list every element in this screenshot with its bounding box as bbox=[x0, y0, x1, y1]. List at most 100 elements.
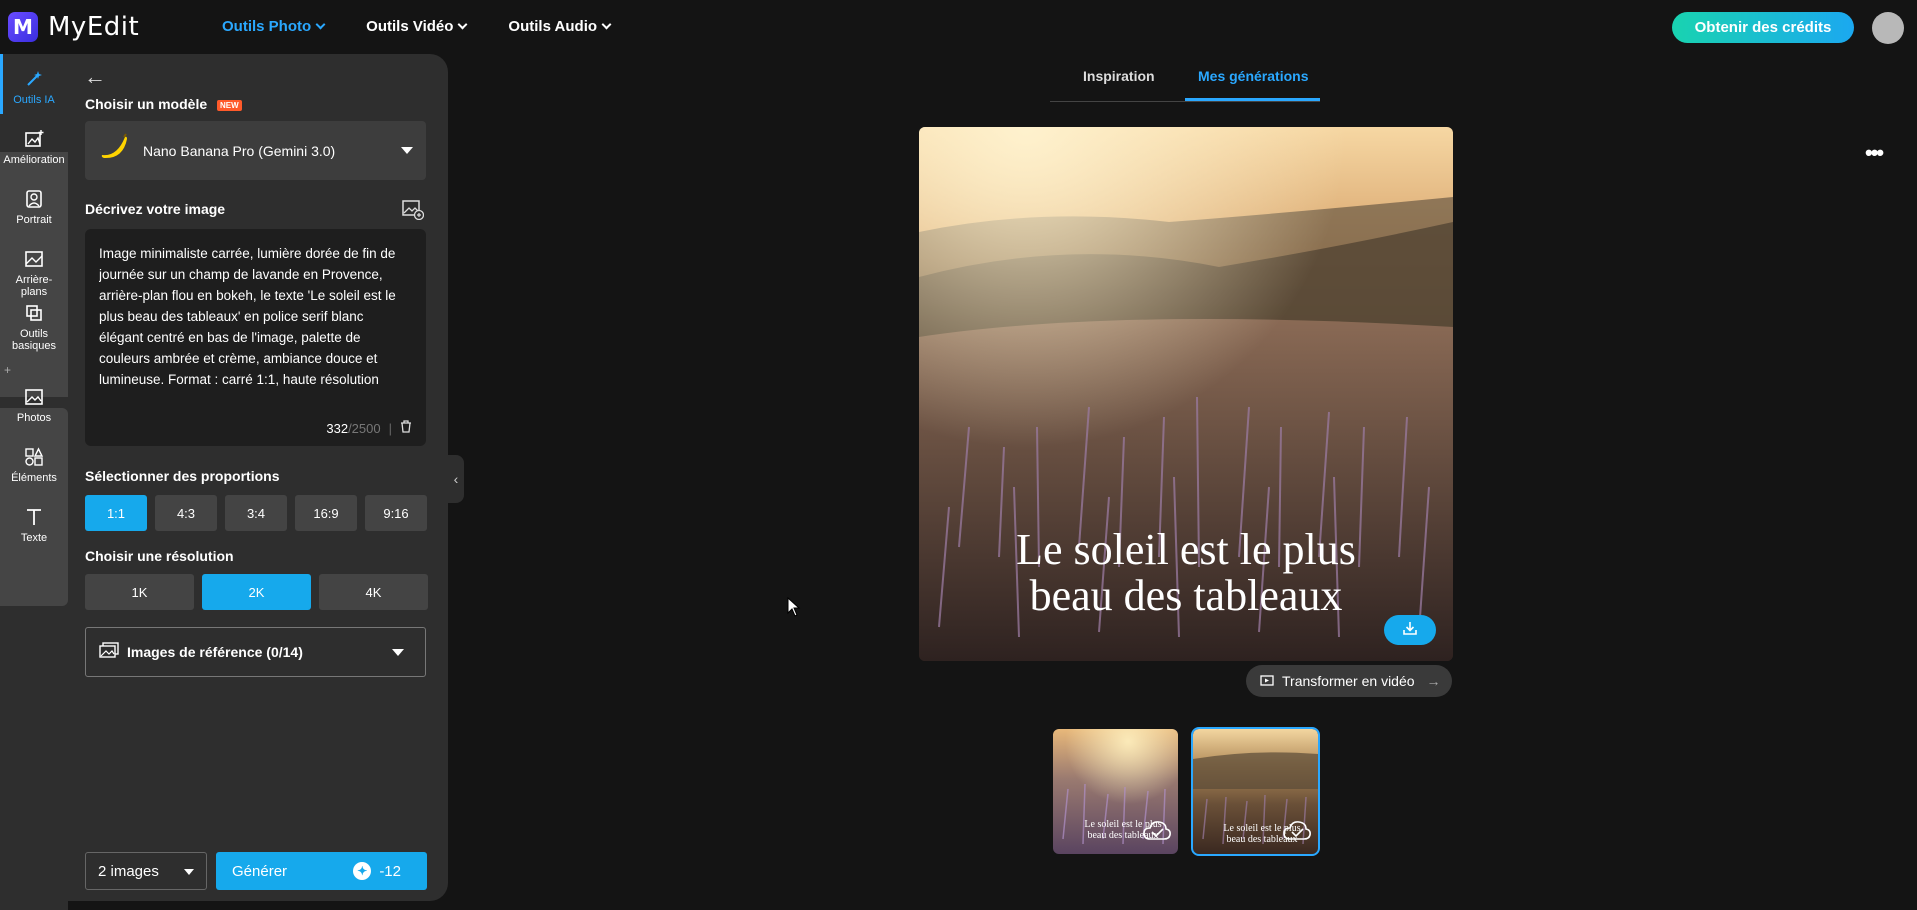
char-count: 332 bbox=[326, 420, 349, 436]
images-icon bbox=[99, 641, 119, 663]
generate-button[interactable]: Générer ✦ -12 bbox=[216, 852, 427, 890]
collapse-panel-handle[interactable]: ‹ bbox=[448, 455, 464, 503]
more-options-icon[interactable]: ••• bbox=[1865, 140, 1884, 166]
tab-my-generations[interactable]: Mes générations bbox=[1198, 68, 1308, 84]
rail-item-photos[interactable]: Photos bbox=[0, 386, 68, 424]
trash-icon[interactable] bbox=[400, 420, 412, 436]
nav-audio-tools[interactable]: Outils Audio bbox=[508, 18, 612, 35]
rail-item-backgrounds[interactable]: Arrière-plans bbox=[0, 248, 68, 298]
resolution-label: Choisir une résolution bbox=[85, 548, 234, 564]
tab-inspiration[interactable]: Inspiration bbox=[1083, 68, 1155, 84]
model-label-row: Choisir un modèle NEW bbox=[85, 96, 242, 112]
arrow-right-icon: → bbox=[1426, 673, 1441, 689]
prompt-footer: 332/2500 | bbox=[326, 420, 412, 436]
background-icon bbox=[23, 248, 45, 270]
rail-label: Éléments bbox=[11, 472, 57, 484]
generate-label: Générer bbox=[232, 862, 288, 880]
portrait-icon bbox=[23, 188, 45, 210]
mouse-cursor-icon bbox=[787, 596, 801, 622]
logo-mark: M bbox=[8, 12, 38, 42]
image-count-value: 2 images bbox=[98, 862, 159, 880]
caption-line-1: Le soleil est le plus bbox=[1016, 525, 1356, 574]
model-label: Choisir un modèle bbox=[85, 96, 208, 112]
back-arrow-icon[interactable]: ← bbox=[84, 64, 106, 90]
nav-video-tools[interactable]: Outils Vidéo bbox=[366, 18, 468, 35]
rail-item-enhance[interactable]: Amélioration bbox=[0, 128, 68, 166]
rail-item-ai-tools[interactable]: Outils IA bbox=[0, 68, 68, 106]
get-credits-button[interactable]: Obtenir des crédits bbox=[1672, 12, 1854, 43]
generate-cost-value: -12 bbox=[379, 862, 401, 880]
ratio-option-1-1[interactable]: 1:1 bbox=[85, 495, 147, 531]
top-bar: M MyEdit Outils Photo Outils Vidéo Outil… bbox=[0, 0, 1917, 54]
transform-to-video-button[interactable]: Transformer en vidéo → bbox=[1246, 665, 1452, 697]
chevron-down-icon bbox=[315, 19, 326, 30]
image-upload-icon[interactable] bbox=[402, 200, 425, 221]
ai-tools-panel: ← Choisir un modèle NEW Nano Banana Pro … bbox=[68, 54, 448, 901]
resolution-option-4k[interactable]: 4K bbox=[319, 574, 428, 610]
reference-images-dropdown[interactable]: Images de référence (0/14) bbox=[85, 627, 426, 677]
rail-label: Portrait bbox=[16, 214, 52, 226]
nav-audio-tools-label: Outils Audio bbox=[508, 18, 598, 35]
rail-label: Texte bbox=[20, 532, 48, 544]
app-name: MyEdit bbox=[48, 12, 140, 42]
new-badge: NEW bbox=[217, 99, 242, 111]
resolution-options: 1K 2K 4K bbox=[85, 574, 428, 610]
caret-down-icon bbox=[184, 869, 194, 875]
plus-icon: + bbox=[4, 363, 12, 377]
download-icon bbox=[1402, 620, 1418, 641]
image-count-dropdown[interactable]: 2 images bbox=[85, 852, 207, 890]
banana-icon bbox=[99, 132, 129, 169]
caret-down-icon bbox=[401, 147, 413, 154]
rail-label: Outils basiques bbox=[11, 328, 57, 352]
ratio-option-9-16[interactable]: 9:16 bbox=[365, 495, 427, 531]
nav-photo-tools[interactable]: Outils Photo bbox=[222, 18, 326, 35]
avatar[interactable] bbox=[1872, 12, 1904, 44]
result-tabs: Inspiration Mes générations bbox=[1050, 60, 1320, 102]
ratio-options: 1:1 4:3 3:4 16:9 9:16 bbox=[85, 495, 427, 531]
rail-label: Photos bbox=[16, 412, 52, 424]
nav-photo-tools-label: Outils Photo bbox=[222, 18, 312, 35]
ratio-label: Sélectionner des proportions bbox=[85, 468, 280, 484]
video-icon bbox=[1260, 673, 1274, 689]
nav-video-tools-label: Outils Vidéo bbox=[366, 18, 454, 35]
chevron-down-icon bbox=[601, 19, 612, 30]
text-icon bbox=[23, 506, 45, 528]
caption-line-2: beau des tableaux bbox=[1029, 571, 1343, 620]
ratio-option-3-4[interactable]: 3:4 bbox=[225, 495, 287, 531]
counter-separator: | bbox=[388, 420, 392, 436]
rail-label: Outils IA bbox=[13, 94, 55, 106]
reference-images-label: Images de référence (0/14) bbox=[127, 644, 303, 660]
transform-to-video-label: Transformer en vidéo bbox=[1282, 673, 1415, 689]
thumbnail-1[interactable]: Le soleil est le plus beau des tableaux bbox=[1053, 729, 1178, 854]
shapes-icon bbox=[23, 446, 45, 468]
image-enhance-icon bbox=[23, 128, 45, 150]
model-value: Nano Banana Pro (Gemini 3.0) bbox=[143, 142, 336, 159]
rail-item-elements[interactable]: Éléments bbox=[0, 446, 68, 484]
describe-label: Décrivez votre image bbox=[85, 201, 226, 217]
photo-icon bbox=[23, 386, 45, 408]
generate-cost: ✦ -12 bbox=[353, 862, 401, 880]
char-counter: 332/2500 bbox=[326, 421, 380, 436]
prompt-textarea[interactable]: Image minimaliste carrée, lumière dorée … bbox=[85, 229, 426, 446]
char-max: /2500 bbox=[348, 420, 381, 436]
resolution-option-2k[interactable]: 2K bbox=[202, 574, 311, 610]
active-tab-indicator bbox=[1185, 98, 1320, 101]
image-caption: Le soleil est le plus beau des tableaux bbox=[919, 527, 1453, 619]
tool-rail: Outils IA Amélioration Portrait Arrière-… bbox=[0, 54, 68, 910]
download-button[interactable] bbox=[1384, 615, 1436, 645]
resolution-option-1k[interactable]: 1K bbox=[85, 574, 194, 610]
generated-image[interactable]: Le soleil est le plus beau des tableaux bbox=[919, 127, 1453, 661]
app-logo[interactable]: M MyEdit bbox=[8, 12, 139, 42]
rail-item-text[interactable]: Texte bbox=[0, 506, 68, 544]
prompt-text: Image minimaliste carrée, lumière dorée … bbox=[99, 246, 396, 387]
rail-item-basic-tools[interactable]: Outils basiques bbox=[0, 302, 68, 352]
layers-icon bbox=[23, 302, 45, 324]
chevron-left-icon: ‹ bbox=[453, 471, 459, 487]
rail-label: Amélioration bbox=[3, 154, 65, 166]
model-dropdown[interactable]: Nano Banana Pro (Gemini 3.0) bbox=[85, 121, 426, 180]
thumbnail-2[interactable]: Le soleil est le plus beau des tableaux bbox=[1191, 727, 1320, 856]
ratio-option-16-9[interactable]: 16:9 bbox=[295, 495, 357, 531]
ratio-option-4-3[interactable]: 4:3 bbox=[155, 495, 217, 531]
cloud-check-icon bbox=[1282, 819, 1312, 846]
rail-item-portrait[interactable]: Portrait bbox=[0, 188, 68, 226]
